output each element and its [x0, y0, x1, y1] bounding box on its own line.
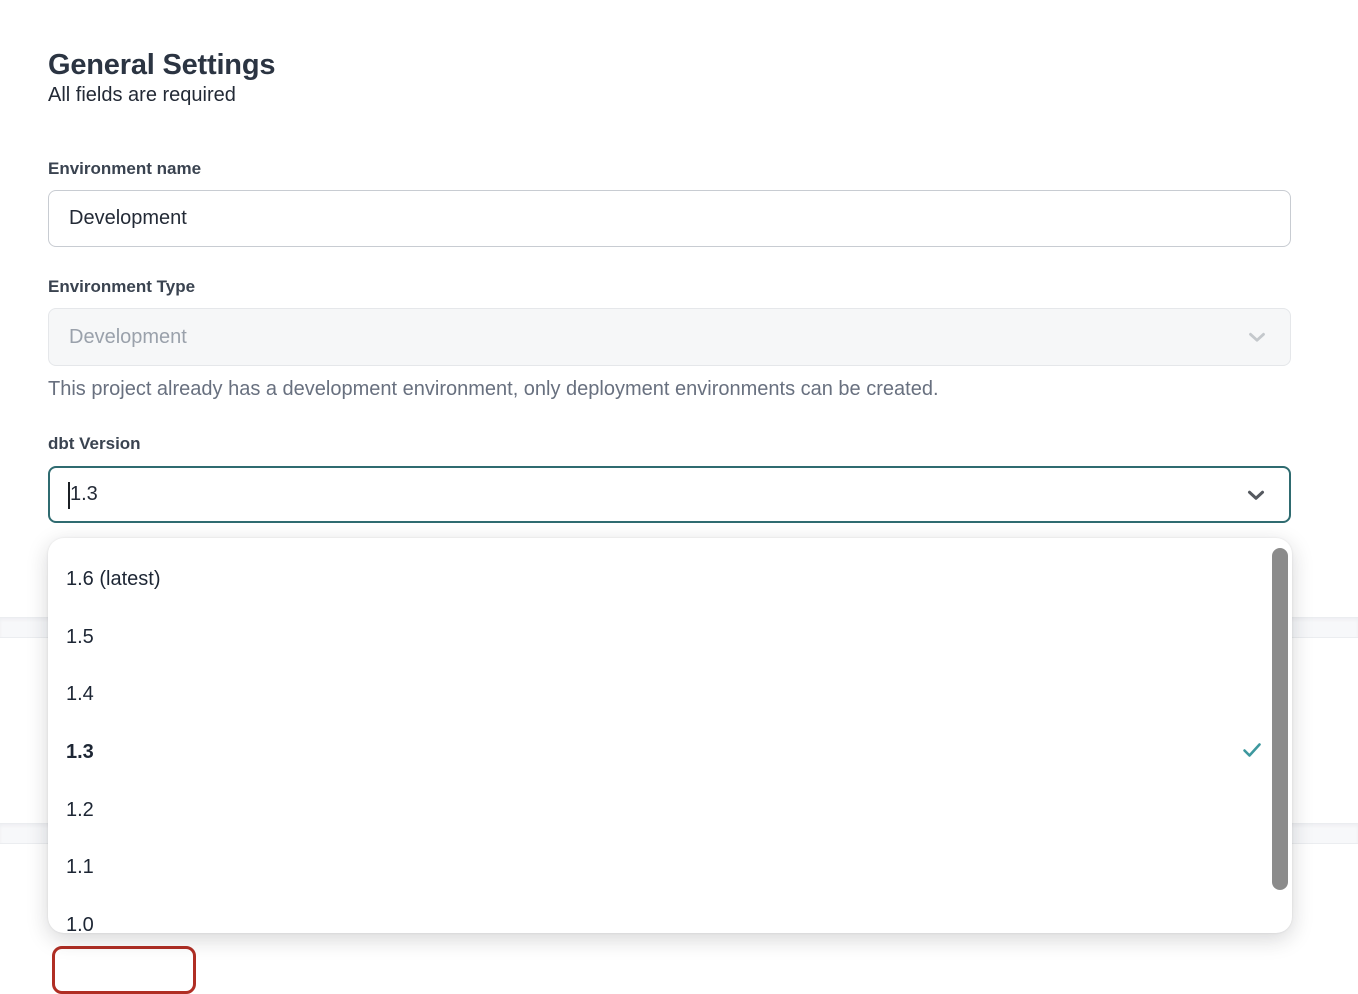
option-label: 1.0	[66, 914, 94, 933]
chevron-down-icon	[1244, 324, 1270, 350]
check-icon	[1240, 738, 1264, 768]
delete-button[interactable]	[52, 946, 196, 994]
page-subtitle: All fields are required	[48, 84, 236, 107]
dbt-version-option[interactable]: 1.5	[48, 609, 1292, 667]
dbt-version-value: 1.3	[70, 483, 98, 506]
environment-type-value: Development	[69, 326, 187, 349]
environment-name-input[interactable]	[48, 190, 1291, 247]
listbox-scrollbar[interactable]	[1272, 548, 1288, 890]
option-label: 1.2	[66, 799, 94, 822]
dbt-version-listbox: 1.6 (latest) 1.5 1.4 1.3 1.2 1	[48, 538, 1292, 933]
dbt-version-option[interactable]: 1.2	[48, 781, 1292, 839]
dbt-version-option[interactable]: 1.0	[48, 897, 1292, 933]
option-label: 1.4	[66, 683, 94, 706]
dbt-version-option[interactable]: 1.6 (latest)	[48, 551, 1292, 609]
option-label: 1.6 (latest)	[66, 568, 160, 591]
environment-name-label: Environment name	[48, 159, 201, 179]
dbt-version-combobox[interactable]: 1.3	[48, 466, 1291, 523]
dbt-version-option[interactable]: 1.4	[48, 666, 1292, 724]
environment-type-select: Development	[48, 308, 1291, 366]
environment-type-label: Environment Type	[48, 277, 195, 297]
text-caret	[68, 482, 70, 509]
option-label: 1.3	[66, 741, 94, 764]
dbt-version-option[interactable]: 1.3	[48, 724, 1292, 782]
chevron-down-icon[interactable]	[1243, 482, 1269, 508]
option-label: 1.1	[66, 856, 94, 879]
dbt-version-label: dbt Version	[48, 434, 141, 454]
page-title: General Settings	[48, 49, 275, 82]
option-label: 1.5	[66, 626, 94, 649]
environment-type-helper-text: This project already has a development e…	[48, 378, 939, 401]
dbt-version-option[interactable]: 1.1	[48, 839, 1292, 897]
